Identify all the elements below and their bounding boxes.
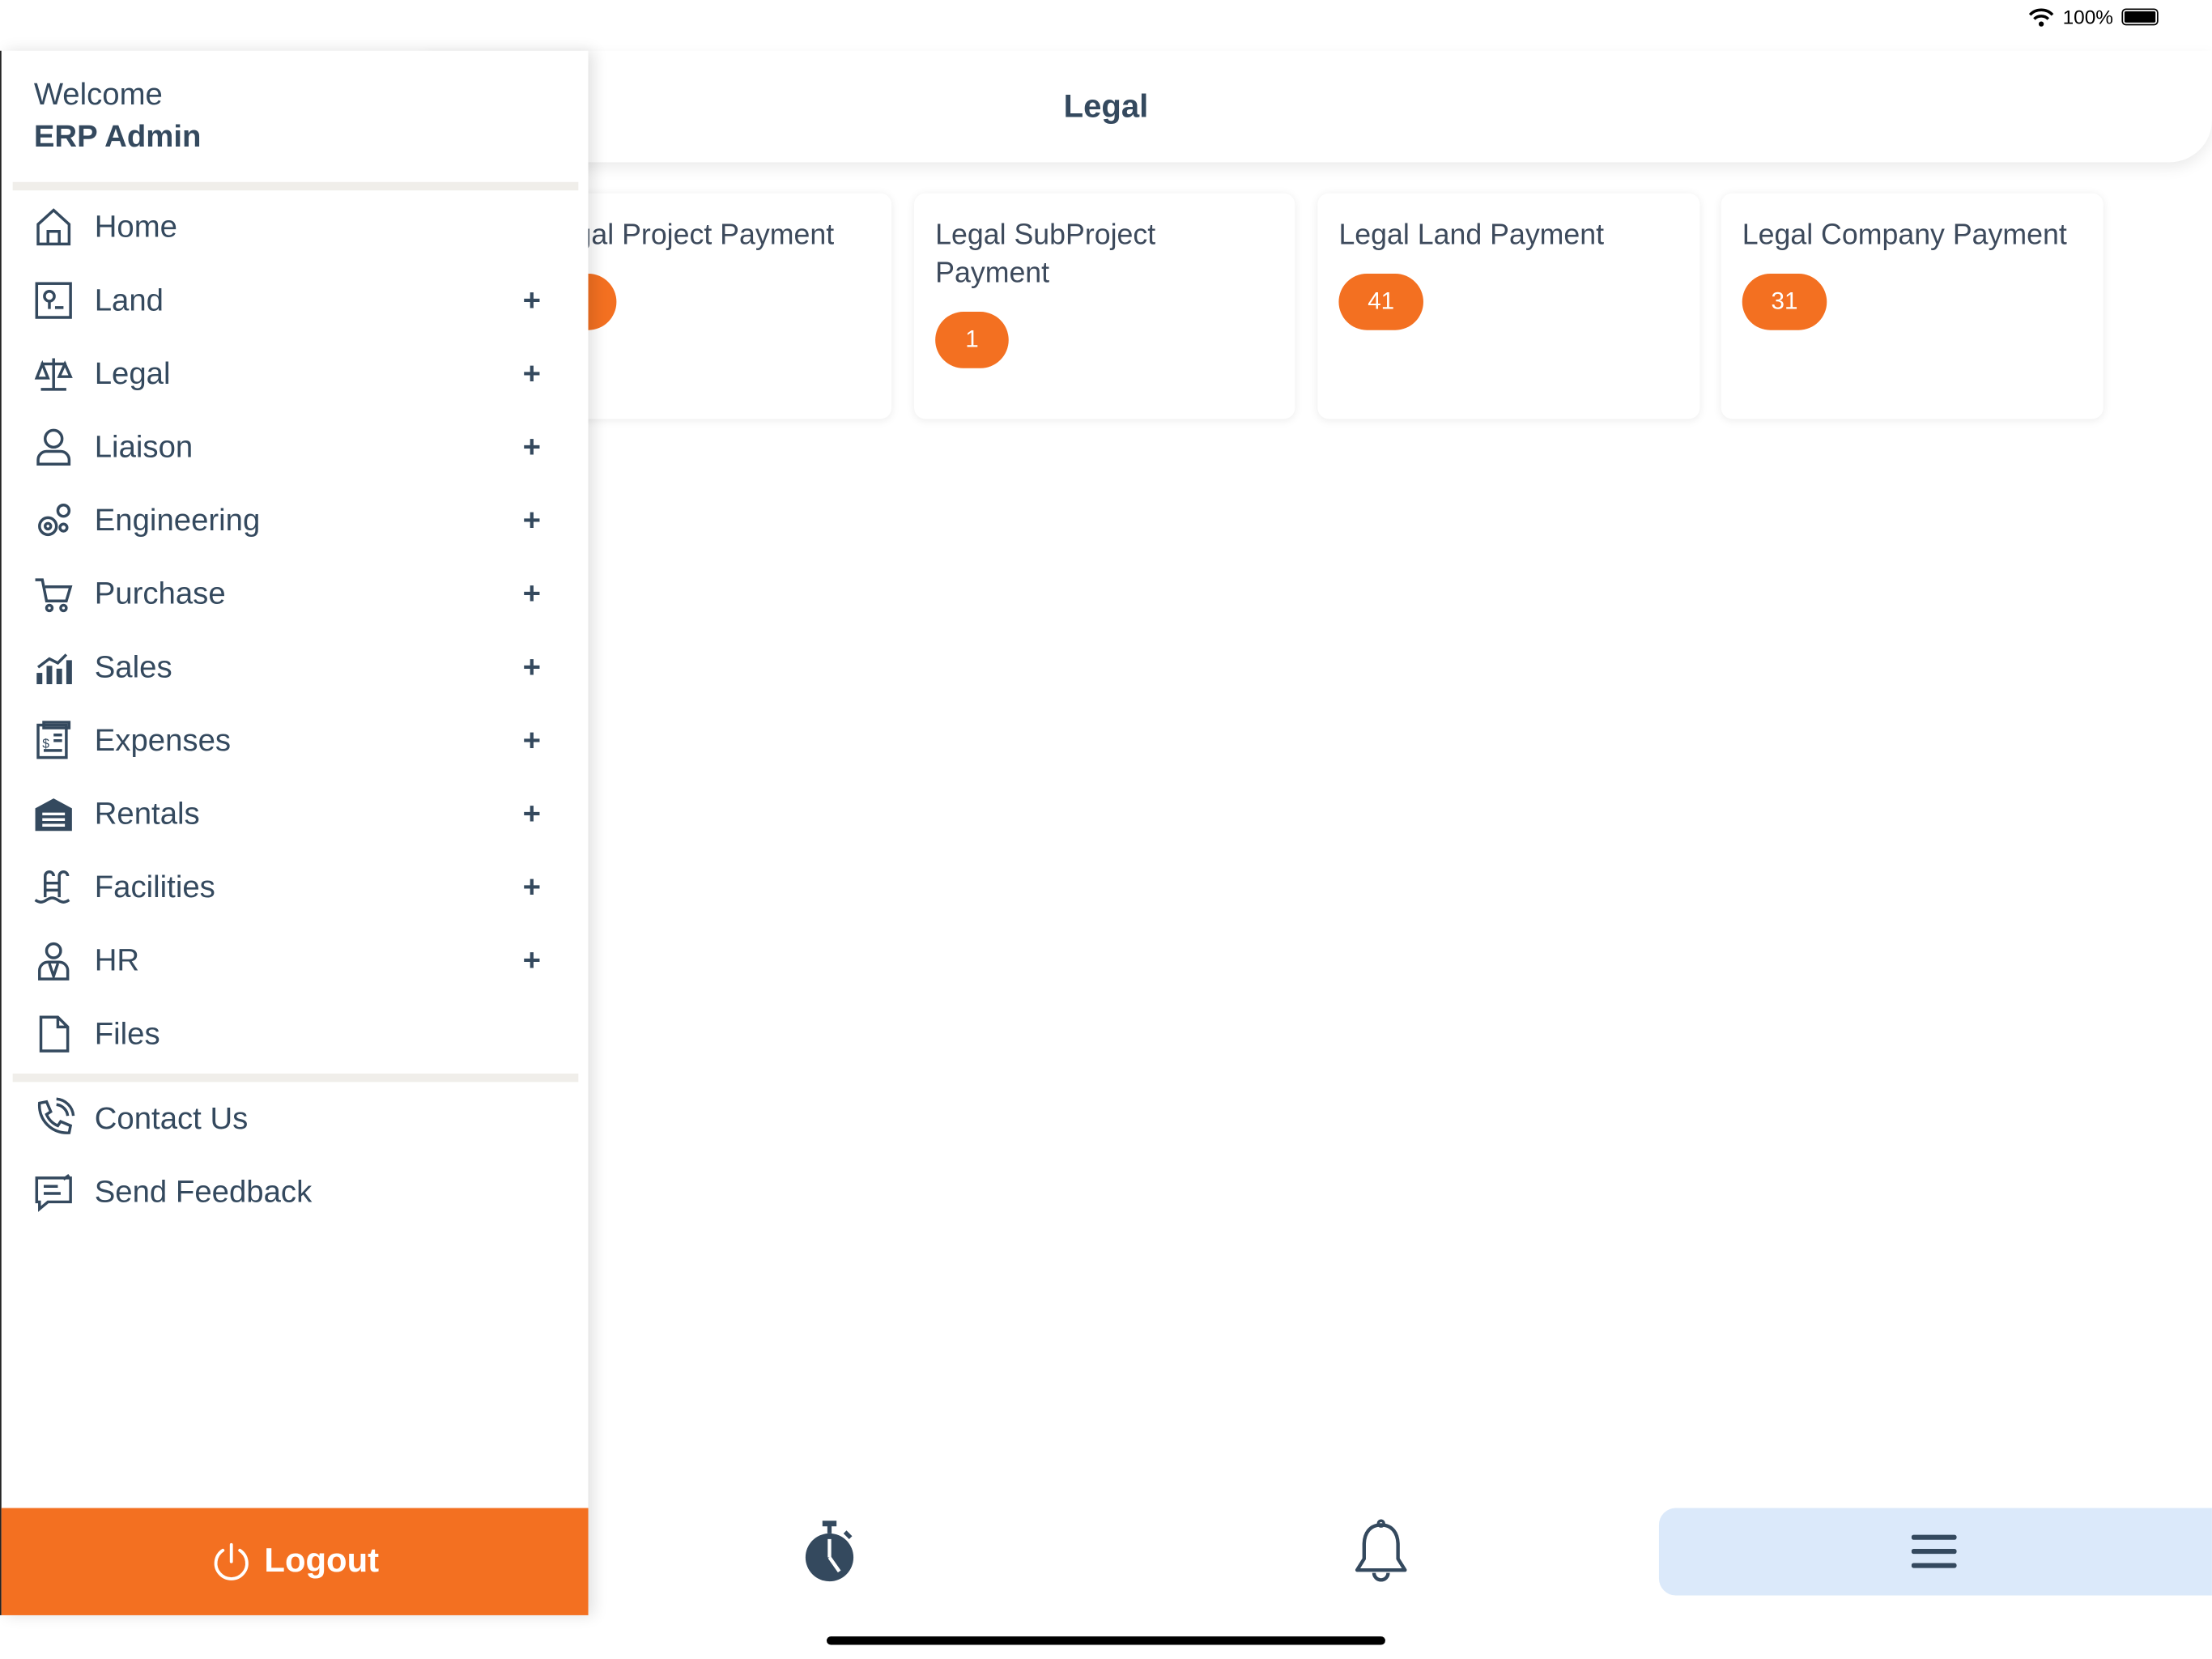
bottom-tab-bar (586, 1508, 2212, 1596)
logout-label: Logout (264, 1542, 380, 1580)
expand-plus-icon[interactable]: + (517, 429, 546, 466)
menu-item-label: Expenses (94, 722, 232, 758)
stopwatch-icon (805, 1521, 854, 1582)
bell-icon (1355, 1519, 1407, 1582)
menu-item-hr[interactable]: HR + (2, 924, 589, 998)
card-title: Legal Land Payment (1338, 219, 1605, 252)
garage-icon (32, 793, 74, 835)
expand-plus-icon[interactable]: + (517, 796, 546, 832)
svg-text:$: $ (42, 737, 49, 751)
menu-item-label: Engineering (94, 502, 261, 538)
menu-item-legal[interactable]: Legal + (2, 337, 589, 410)
count-badge: 41 (1338, 274, 1423, 330)
menu-item-label: Legal (94, 355, 171, 391)
expand-plus-icon[interactable]: + (517, 355, 546, 392)
divider (12, 1073, 579, 1083)
card-legal-land-payment[interactable]: Legal Land Payment 41 (1317, 193, 1700, 419)
gears-icon (32, 500, 74, 542)
person-icon (32, 426, 74, 468)
expand-plus-icon[interactable]: + (517, 722, 546, 759)
battery-percent: 100% (2062, 5, 2113, 28)
menu-item-label: Facilities (94, 869, 215, 904)
count-badge: 31 (1742, 274, 1827, 330)
receipt-icon: $ (32, 720, 74, 762)
card-legal-subproject-payment[interactable]: Legal SubProject Payment 1 (914, 193, 1295, 419)
land-map-icon (32, 279, 74, 321)
menu-item-home[interactable]: Home (2, 190, 589, 264)
expand-plus-icon[interactable]: + (517, 869, 546, 905)
menu-item-files[interactable]: Files (2, 998, 589, 1071)
user-name: ERP Admin (33, 118, 202, 154)
logout-button[interactable]: Logout (1, 1508, 589, 1615)
expand-plus-icon[interactable]: + (517, 576, 546, 612)
card-legal-company-payment[interactable]: Legal Company Payment 31 (1721, 193, 2104, 419)
app-screen: 100% Legal Legal Project Payment Legal S… (0, 0, 2212, 1659)
expand-plus-icon[interactable]: + (517, 942, 546, 979)
menu-item-label: Contact Us (94, 1100, 249, 1136)
card-title: Legal Company Payment (1742, 219, 2067, 252)
menu-item-label: Purchase (94, 575, 226, 611)
side-drawer: Welcome ERP Admin Home Land + Legal + Liaison… (0, 50, 589, 1615)
bar-chart-icon (32, 646, 74, 688)
home-indicator (826, 1636, 1385, 1645)
pool-icon (32, 866, 74, 908)
expand-plus-icon[interactable]: + (517, 282, 546, 318)
menu-item-label: Home (94, 208, 177, 245)
expand-plus-icon[interactable]: + (517, 649, 546, 685)
expand-plus-icon[interactable]: + (517, 502, 546, 538)
menu-item-facilities[interactable]: Facilities + (2, 851, 589, 925)
home-icon (32, 206, 74, 248)
menu-item-contact-us[interactable]: Contact Us (2, 1082, 589, 1155)
menu-item-expenses[interactable]: $ Expenses + (2, 704, 589, 777)
divider (12, 181, 579, 191)
page-header: Legal (423, 50, 2212, 163)
menu-item-engineering[interactable]: Engineering + (2, 484, 589, 558)
menu-item-label: Files (94, 1015, 160, 1052)
menu-item-rentals[interactable]: Rentals + (2, 777, 589, 851)
menu-item-sales[interactable]: Sales + (2, 631, 589, 704)
feedback-icon (32, 1171, 74, 1213)
employee-icon (32, 939, 74, 981)
wifi-icon (2029, 7, 2054, 26)
count-badge: 1 (935, 312, 1009, 368)
scales-icon (32, 353, 74, 395)
menu-item-liaison[interactable]: Liaison + (2, 410, 589, 484)
tab-menu[interactable] (1658, 1508, 2212, 1596)
menu-item-label: Rentals (94, 795, 200, 832)
menu-item-label: Send Feedback (94, 1173, 313, 1210)
menu-item-land[interactable]: Land + (2, 264, 589, 338)
menu-item-send-feedback[interactable]: Send Feedback (2, 1155, 589, 1229)
menu-item-label: Sales (94, 649, 172, 685)
battery-icon (2121, 8, 2159, 26)
menu-icon (1911, 1534, 1957, 1568)
menu-item-label: Land (94, 282, 164, 318)
file-icon (32, 1013, 74, 1055)
status-bar: 100% (2029, 6, 2159, 28)
welcome-label: Welcome (33, 76, 163, 112)
menu-item-purchase[interactable]: Purchase + (2, 557, 589, 631)
tab-notifications[interactable] (1296, 1508, 1465, 1596)
menu-item-label: HR (94, 942, 140, 978)
power-icon (215, 1542, 249, 1580)
cart-icon (32, 572, 74, 615)
menu-item-label: Liaison (94, 428, 194, 465)
tab-timer[interactable] (745, 1508, 914, 1596)
card-title: Legal SubProject Payment (935, 219, 1156, 290)
phone-icon (32, 1097, 75, 1140)
